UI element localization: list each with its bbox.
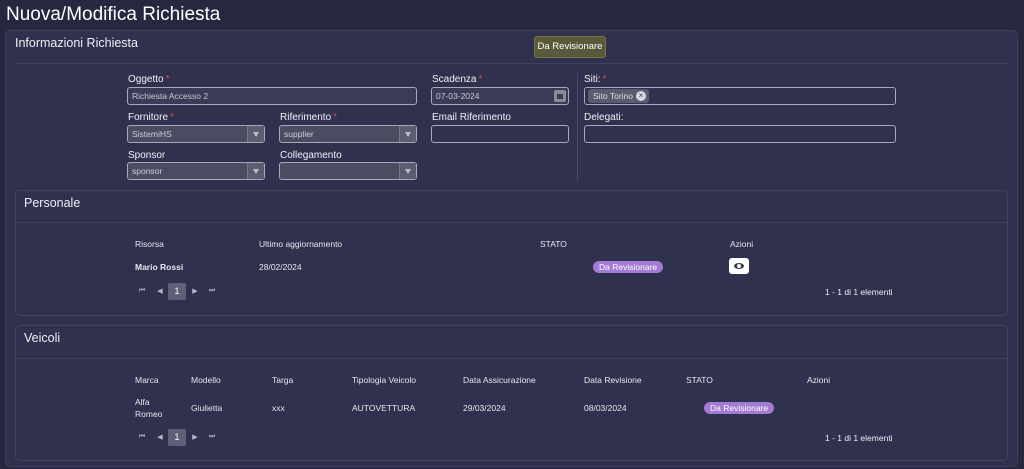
first-page-icon[interactable]: ⏮ — [135, 433, 149, 441]
personale-divider — [16, 222, 1007, 223]
scadenza-label: Scadenza * — [432, 74, 483, 85]
sponsor-select[interactable]: sponsor — [127, 162, 265, 180]
chip-remove-icon[interactable]: × — [636, 91, 647, 101]
column-divider — [577, 73, 578, 181]
fornitore-label: Fornitore * — [128, 112, 174, 123]
status-button[interactable]: Da Revisionare — [534, 36, 606, 58]
chevron-down-icon — [399, 126, 416, 142]
eye-icon — [734, 263, 744, 269]
scadenza-date-field[interactable]: 07-03-2024 — [431, 87, 569, 105]
prev-page-icon[interactable]: ◀ — [153, 287, 167, 295]
first-page-icon[interactable]: ⏮ — [135, 287, 149, 295]
veicoli-modello-cell: Giulietta — [191, 403, 223, 413]
delegati-label: Delegati: — [584, 112, 624, 123]
view-button[interactable] — [729, 258, 749, 274]
col-header-stato: STATO — [540, 239, 567, 249]
riferimento-label: Riferimento * — [280, 112, 338, 123]
col-header-data-revisione: Data Revisione — [584, 375, 642, 385]
page-1-button[interactable]: 1 — [168, 429, 186, 446]
collegamento-label: Collegamento — [280, 150, 342, 161]
col-header-risorsa: Risorsa — [135, 239, 164, 249]
chevron-down-icon — [247, 163, 264, 179]
page-title: Nuova/Modifica Richiesta — [6, 4, 221, 25]
veicoli-targa-cell: xxx — [272, 403, 285, 413]
siti-label: Siti: * — [584, 74, 607, 85]
col-header-ultimo-aggiornamento: Ultimo aggiornamento — [259, 239, 343, 249]
delegati-field[interactable] — [584, 125, 896, 143]
oggetto-field[interactable]: Richiesta Accesso 2 — [127, 87, 417, 105]
col-header-tipologia: Tipologia Veicolo — [352, 375, 416, 385]
status-badge: Da Revisionare — [704, 402, 775, 414]
veicoli-marca-cell-line1: Alfa — [135, 397, 150, 407]
col-header-azioni: Azioni — [807, 375, 831, 385]
fornitore-select[interactable]: SistemiHS — [127, 125, 265, 143]
section-divider — [15, 63, 1008, 64]
veicoli-tipologia-cell: AUTOVETTURA — [352, 403, 416, 413]
personale-risorsa-cell: Mario Rossi — [135, 262, 184, 272]
chevron-down-icon — [247, 126, 264, 142]
next-page-icon[interactable]: ▶ — [188, 433, 202, 441]
pagination-info: 1 - 1 di 1 elementi — [825, 433, 893, 443]
status-badge: Da Revisionare — [593, 261, 664, 273]
veicoli-title: Veicoli — [24, 331, 61, 345]
sponsor-label: Sponsor — [128, 150, 166, 161]
col-header-marca: Marca — [135, 375, 159, 385]
siti-chip: Sito Torino × — [588, 89, 650, 103]
email-riferimento-label: Email Riferimento — [432, 112, 511, 123]
riferimento-select[interactable]: supplier — [279, 125, 417, 143]
veicoli-assicurazione-cell: 29/03/2024 — [463, 403, 506, 413]
personale-ultimo-cell: 28/02/2024 — [259, 262, 302, 272]
next-page-icon[interactable]: ▶ — [188, 287, 202, 295]
page-1-button[interactable]: 1 — [168, 283, 186, 300]
col-header-stato: STATO — [686, 375, 713, 385]
email-riferimento-field[interactable] — [431, 125, 569, 143]
collegamento-select[interactable] — [279, 162, 417, 180]
oggetto-label: Oggetto * — [128, 74, 170, 85]
personale-card — [15, 190, 1008, 316]
col-header-data-assicurazione: Data Assicurazione — [463, 375, 536, 385]
calendar-icon[interactable] — [554, 90, 566, 102]
veicoli-revisione-cell: 08/03/2024 — [584, 403, 627, 413]
veicoli-divider — [16, 358, 1007, 359]
col-header-modello: Modello — [191, 375, 221, 385]
col-header-targa: Targa — [272, 375, 294, 385]
chevron-down-icon — [399, 163, 416, 179]
last-page-icon[interactable]: ⏭ — [205, 287, 219, 295]
veicoli-marca-cell-line2: Romeo — [135, 409, 163, 419]
siti-multiselect[interactable]: Sito Torino × — [584, 87, 896, 105]
col-header-azioni: Azioni — [730, 239, 754, 249]
info-section-title: Informazioni Richiesta — [15, 36, 138, 50]
prev-page-icon[interactable]: ◀ — [153, 433, 167, 441]
last-page-icon[interactable]: ⏭ — [205, 433, 219, 441]
pagination-info: 1 - 1 di 1 elementi — [825, 287, 893, 297]
personale-title: Personale — [24, 196, 81, 210]
